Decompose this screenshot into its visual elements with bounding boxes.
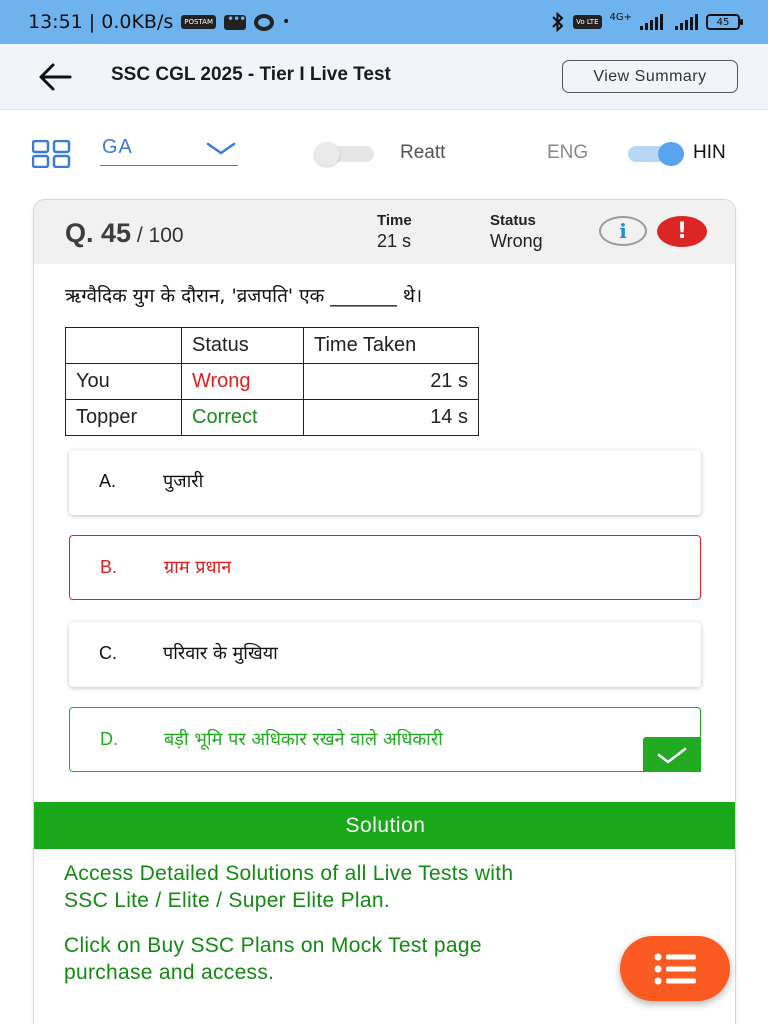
table-cell: Topper [65,399,182,436]
table-row: You Wrong 21 s [65,363,479,400]
question-header: Q. 45 / 100 Time 21 s Status Wrong i ! [34,200,735,264]
status-time: 13:51 | 0.0KB/s [28,11,174,33]
correct-check-icon [643,737,701,772]
option-text: बड़ी भूमि पर अधिकार रखने वाले अधिकारी [164,729,443,750]
solution-heading: Solution [34,802,735,849]
signal-icon-2 [675,14,698,30]
battery-level: 45 [716,16,730,28]
table-row: Topper Correct 14 s [65,399,479,436]
app-notification-icon [254,13,274,31]
status-bar: 13:51 | 0.0KB/s POSTAM • Vo LTE 4G+ 45 [0,0,768,44]
option-text: पुजारी [163,471,204,492]
toggle-knob [658,142,684,166]
time-label: Time [377,212,412,229]
battery-icon: 45 [706,14,743,30]
option-d[interactable]: D. बड़ी भूमि पर अधिकार रखने वाले अधिकारी [69,707,701,772]
list-menu-icon [654,953,696,985]
section-dropdown[interactable]: GA [100,132,238,166]
more-notifications-dot: • [282,14,291,30]
option-b[interactable]: B. ग्राम प्रधान [69,535,701,600]
section-label: GA [102,136,133,158]
table-header-cell [65,327,182,364]
chevron-down-icon [206,142,236,155]
reattempt-label: Reatt [400,142,446,163]
volte-icon: Vo LTE [573,15,602,29]
option-letter: C. [99,643,117,663]
paytm-notification-icon: POSTAM [181,15,216,29]
question-total: / 100 [131,224,184,247]
info-icon[interactable]: i [599,216,647,246]
lang-hin-label: HIN [693,142,726,163]
question-text: ऋग्वैदिक युग के दौरान, 'व्रजपति' एक ____… [65,285,423,307]
table-cell: 21 s [303,363,479,400]
view-summary-button[interactable]: View Summary [562,60,738,93]
question-index: Q. 45 [65,218,132,248]
toggle-knob [314,142,340,166]
option-letter: B. [100,557,118,577]
option-letter: A. [99,471,117,491]
table-header-cell: Status [181,327,304,364]
solution-text-line: purchase and access. [64,961,275,984]
bluetooth-icon [552,12,564,32]
table-cell: 14 s [303,399,479,436]
table-cell: Correct [181,399,304,436]
lang-eng-label: ENG [547,142,589,163]
option-c[interactable]: C. परिवार के मुखिया [69,622,701,687]
status-value: Wrong [490,231,543,251]
signal-icon-1 [640,14,663,30]
option-letter: D. [100,729,118,749]
question-grid-icon[interactable] [32,140,76,168]
solution-text-line: Access Detailed Solutions of all Live Te… [64,862,514,885]
chat-notification-icon [224,12,246,30]
question-menu-button[interactable] [620,936,730,1001]
table-header-cell: Time Taken [303,327,479,364]
network-type: 4G+ [609,11,633,23]
option-a[interactable]: A. पुजारी [69,450,701,515]
solution-text-line: Click on Buy SSC Plans on Mock Test page [64,934,482,957]
page-title: SSC CGL 2025 - Tier I Live Test [111,64,391,85]
option-text: ग्राम प्रधान [164,557,232,578]
table-cell: You [65,363,182,400]
status-label: Status [490,212,536,229]
stats-table: Status Time Taken You Wrong 21 s Topper … [65,327,479,436]
time-value: 21 s [377,231,412,251]
table-cell: Wrong [181,363,304,400]
solution-text-line: SSC Lite / Elite / Super Elite Plan. [64,889,390,912]
app-bar: SSC CGL 2025 - Tier I Live Test View Sum… [0,44,768,110]
reattempt-toggle[interactable] [314,142,374,166]
option-text: परिवार के मुखिया [163,643,278,664]
question-card: Q. 45 / 100 Time 21 s Status Wrong i ! ऋ… [33,199,736,1024]
table-header-row: Status Time Taken [65,327,479,364]
back-arrow-icon[interactable] [38,62,72,92]
question-number: Q. 45 / 100 [65,218,184,249]
language-toggle[interactable] [624,142,684,166]
report-alert-icon[interactable]: ! [657,216,707,247]
